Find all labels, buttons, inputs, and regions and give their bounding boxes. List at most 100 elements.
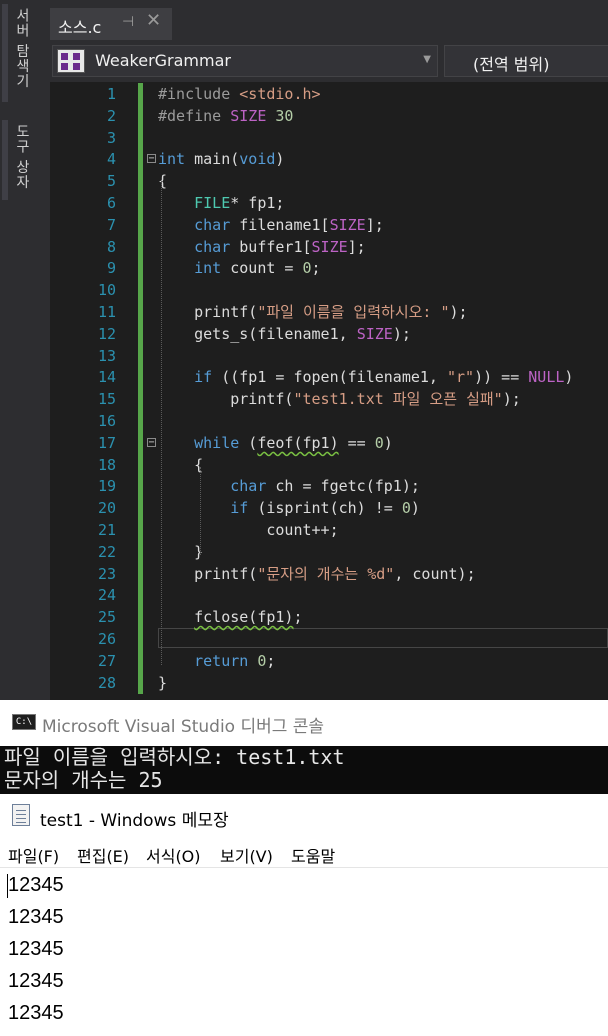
debug-console-titlebar: C:\ Microsoft Visual Studio 디버그 콘솔 [0, 700, 608, 746]
menu-format[interactable]: 서식(O) [146, 843, 201, 867]
side-tab-indicator [2, 4, 8, 102]
change-marker [138, 235, 143, 258]
code-text: #define SIZE 30 [158, 106, 294, 125]
menu-edit[interactable]: 편집(E) [77, 843, 129, 867]
line-number: 1 [106, 85, 116, 103]
change-marker [138, 344, 143, 367]
menu-view[interactable]: 보기(V) [220, 843, 273, 867]
change-marker [138, 388, 143, 411]
debug-console-output: 파일 이름을 입력하시오: test1.txt 문자의 개수는 25 [0, 746, 608, 794]
code-line[interactable]: 5{ [50, 170, 608, 193]
side-tab-indicator [2, 120, 8, 200]
toolbox-tab[interactable]: 도구 상자 [12, 124, 32, 189]
code-text: return 0; [194, 651, 276, 670]
code-line[interactable]: 15 printf("test1.txt 파일 오픈 실패"); [50, 388, 608, 411]
line-number: 13 [97, 346, 116, 365]
menu-file[interactable]: 파일(F) [8, 843, 59, 867]
line-number: 6 [106, 194, 116, 212]
code-line[interactable]: 13 [50, 344, 608, 367]
code-line[interactable]: 14 if ((fp1 = fopen(filename1, "r")) == … [50, 366, 608, 389]
line-number: 21 [97, 521, 116, 539]
line-number: 17 [97, 433, 116, 452]
change-marker [138, 562, 143, 585]
line-number: 27 [97, 651, 116, 670]
code-line[interactable]: 21 count++; [50, 519, 608, 541]
notepad-text-area[interactable]: 12345 12345 12345 12345 12345 [0, 868, 608, 1036]
code-line[interactable]: 23 printf("문자의 개수는 %d", count); [50, 562, 608, 585]
line-number: 10 [97, 281, 116, 300]
text-line: 12345 [8, 938, 64, 960]
line-number: 25 [97, 608, 116, 627]
code-line[interactable]: 25 fclose(fp1); [50, 606, 608, 629]
side-tool-strip: 서버 탐색기 도구 상자 [0, 0, 40, 700]
navigation-bar: WeakerGrammar ▼ (전역 범위) [50, 40, 608, 82]
fold-toggle-icon[interactable]: − [147, 437, 156, 447]
code-text: if (isprint(ch) != 0) [230, 499, 420, 518]
code-editor[interactable]: 1 #include <stdio.h> 2 #define SIZE 30 3 4− in… [50, 82, 608, 700]
line-number: 12 [97, 324, 116, 343]
line-number: 9 [106, 259, 116, 278]
code-text: } [158, 673, 168, 692]
project-dropdown[interactable]: WeakerGrammar ▼ [52, 45, 438, 77]
change-marker [138, 366, 143, 389]
menu-help[interactable]: 도움말 [291, 843, 335, 867]
code-line[interactable]: 27 return 0; [50, 649, 608, 672]
code-line[interactable]: 17 − while (feof(fp1) == 0) [50, 431, 608, 454]
notepad-menubar: 파일(F) 편집(E) 서식(O) 보기(V) 도움말 [0, 838, 608, 868]
fold-toggle-icon[interactable]: − [147, 154, 156, 164]
text-line: 12345 [8, 874, 64, 896]
change-marker [138, 192, 143, 214]
text-line: 12345 [8, 1002, 64, 1024]
code-line[interactable]: 10 [50, 279, 608, 302]
global-scope-label: (전역 범위) [473, 55, 550, 74]
code-line[interactable]: 24 [50, 584, 608, 607]
code-line[interactable]: 4 − int main(void) [50, 148, 608, 171]
change-marker [138, 649, 143, 672]
code-line[interactable]: 3 [50, 126, 608, 149]
change-marker [138, 213, 143, 236]
line-number: 14 [97, 368, 116, 387]
code-text: count++; [158, 521, 339, 539]
text-line: 12345 [8, 970, 64, 992]
code-line[interactable]: 19 char ch = fgetc(fp1); [50, 475, 608, 498]
document-tab-bar: 소스.c ⊣ ✕ [50, 0, 608, 40]
line-number: 11 [97, 303, 116, 321]
code-line[interactable]: 20 if (isprint(ch) != 0) [50, 497, 608, 520]
code-text: int count = 0; [194, 259, 321, 278]
notepad-icon [12, 804, 30, 826]
line-number: 7 [106, 215, 116, 234]
chevron-down-icon: ▼ [423, 54, 431, 65]
code-text: FILE* fp1; [194, 194, 285, 212]
code-line[interactable]: 16 [50, 410, 608, 432]
tab-source-c[interactable]: 소스.c ⊣ ✕ [50, 8, 172, 40]
code-line[interactable]: 2 #define SIZE 30 [50, 104, 608, 127]
code-line[interactable]: 12 gets_s(filename1, SIZE); [50, 322, 608, 345]
change-marker [138, 410, 143, 432]
code-text: } [158, 542, 204, 561]
notepad-titlebar: test1 - Windows 메모장 [0, 794, 608, 838]
code-line[interactable]: 22 } [50, 540, 608, 563]
project-name: WeakerGrammar [95, 51, 231, 70]
close-icon[interactable]: ✕ [146, 10, 161, 31]
code-line[interactable]: 1 #include <stdio.h> [50, 83, 608, 105]
code-line[interactable]: 18 { [50, 453, 608, 476]
code-line[interactable]: 28} [50, 671, 608, 694]
code-line[interactable]: 9 int count = 0; [50, 257, 608, 280]
code-line[interactable]: 11 printf("파일 이름을 입력하시오: "); [50, 301, 608, 323]
change-marker [138, 257, 143, 280]
notepad-title: test1 - Windows 메모장 [40, 811, 229, 831]
change-marker [138, 104, 143, 127]
code-line[interactable]: 6 FILE* fp1; [50, 192, 608, 214]
global-scope-dropdown[interactable]: (전역 범위) [444, 45, 608, 77]
code-line[interactable]: 8 char buffer1[SIZE]; [50, 235, 608, 258]
text-line: 12345 [8, 906, 64, 928]
server-explorer-tab[interactable]: 서버 탐색기 [12, 8, 32, 88]
line-number: 2 [106, 106, 116, 125]
code-text: gets_s(filename1, SIZE); [158, 324, 411, 343]
line-number: 22 [97, 542, 116, 561]
code-line[interactable]: 26 [50, 628, 608, 650]
pin-icon[interactable]: ⊣ [122, 14, 134, 30]
code-text: printf("문자의 개수는 %d", count); [158, 564, 476, 583]
code-text: fclose(fp1); [194, 608, 303, 627]
code-line[interactable]: 7 char filename1[SIZE]; [50, 213, 608, 236]
